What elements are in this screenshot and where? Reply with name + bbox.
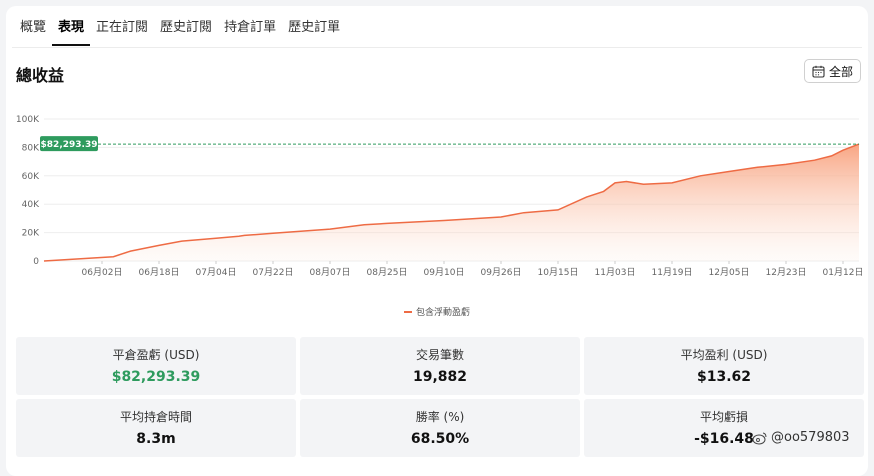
stat-trade-count: 交易筆數 19,882 xyxy=(300,337,580,395)
tab-open-positions[interactable]: 持倉訂單 xyxy=(218,16,282,44)
x-tick-label: 06月02日 xyxy=(82,267,123,278)
weibo-logo-icon xyxy=(752,432,767,444)
stat-label: 平倉盈虧 (USD) xyxy=(112,348,200,362)
x-tick-label: 11月19日 xyxy=(652,267,693,278)
tab-bar: 概覽 表現 正在訂閱 歷史訂閱 持倉訂單 歷史訂單 xyxy=(14,16,346,48)
current-value-label: $82,293.39 xyxy=(41,140,98,150)
date-range-button[interactable]: 全部 xyxy=(804,59,861,83)
tab-order-history[interactable]: 歷史訂單 xyxy=(282,16,346,44)
x-tick-label: 12月23日 xyxy=(766,267,807,278)
tab-performance[interactable]: 表現 xyxy=(52,16,91,46)
x-tick-label: 06月18日 xyxy=(139,267,180,278)
x-tick-label: 07月22日 xyxy=(253,267,294,278)
section-title: 總收益 xyxy=(16,66,65,85)
y-tick-label: 80K xyxy=(22,143,40,153)
stat-label: 平均持倉時間 xyxy=(119,410,192,424)
x-tick-label: 01月12日 xyxy=(823,267,864,278)
watermark: @oo579803 xyxy=(752,430,850,445)
stat-value: 68.50% xyxy=(410,431,470,447)
stat-closed-pnl: 平倉盈虧 (USD) $82,293.39 xyxy=(16,337,296,395)
stat-label: 平均虧損 xyxy=(699,410,748,424)
y-tick-label: 20K xyxy=(22,229,40,239)
x-tick-label: 08月25日 xyxy=(367,267,408,278)
y-tick-label: 60K xyxy=(22,172,40,182)
legend-label: 包含浮動盈虧 xyxy=(416,308,471,318)
y-tick-label: 100K xyxy=(16,115,40,125)
page-background: 概覽 表現 正在訂閱 歷史訂閱 持倉訂單 歷史訂單 總收益 全部 0 20K 40K… xyxy=(0,0,874,476)
x-tick-label: 10月15日 xyxy=(538,267,579,278)
legend-swatch xyxy=(404,310,412,313)
chart-legend: 包含浮動盈虧 xyxy=(404,305,470,318)
stat-label: 交易筆數 xyxy=(415,348,464,362)
tab-current-subscriptions[interactable]: 正在訂閱 xyxy=(90,16,154,44)
y-tick-label: 0 xyxy=(33,257,39,267)
calendar-icon xyxy=(812,65,825,78)
tab-overview[interactable]: 概覽 xyxy=(14,16,52,44)
watermark-text: @oo579803 xyxy=(771,430,850,445)
date-range-label: 全部 xyxy=(828,64,853,79)
stat-avg-loss: 平均虧損 -$16.48 xyxy=(584,399,864,457)
stat-win-rate: 勝率 (%) 68.50% xyxy=(300,399,580,457)
stat-avg-holding-time: 平均持倉時間 8.3m xyxy=(16,399,296,457)
tab-divider xyxy=(12,47,862,48)
total-profit-chart: 0 20K 40K 60K 80K 100K 06月02日 06月18日 07月04日 07月22… xyxy=(16,115,864,278)
stats-grid: 平倉盈虧 (USD) $82,293.39 交易筆數 19,882 平均盈利 (… xyxy=(16,337,864,457)
x-tick-label: 08月07日 xyxy=(310,267,351,278)
stat-avg-profit: 平均盈利 (USD) $13.62 xyxy=(584,337,864,395)
stat-value: $82,293.39 xyxy=(111,369,201,385)
x-tick-label: 11月03日 xyxy=(595,267,636,278)
x-tick-label: 09月26日 xyxy=(481,267,522,278)
y-tick-label: 40K xyxy=(22,200,40,210)
stat-label: 勝率 (%) xyxy=(415,410,465,424)
tab-subscription-history[interactable]: 歷史訂閱 xyxy=(154,16,218,44)
stat-value: 8.3m xyxy=(136,431,176,447)
x-tick-label: 12月05日 xyxy=(709,267,750,278)
stat-value: 19,882 xyxy=(412,369,468,385)
x-tick-label: 09月10日 xyxy=(424,267,465,278)
stat-value: $13.62 xyxy=(696,369,752,385)
stat-label: 平均盈利 (USD) xyxy=(680,348,768,362)
x-tick-label: 07月04日 xyxy=(196,267,237,278)
